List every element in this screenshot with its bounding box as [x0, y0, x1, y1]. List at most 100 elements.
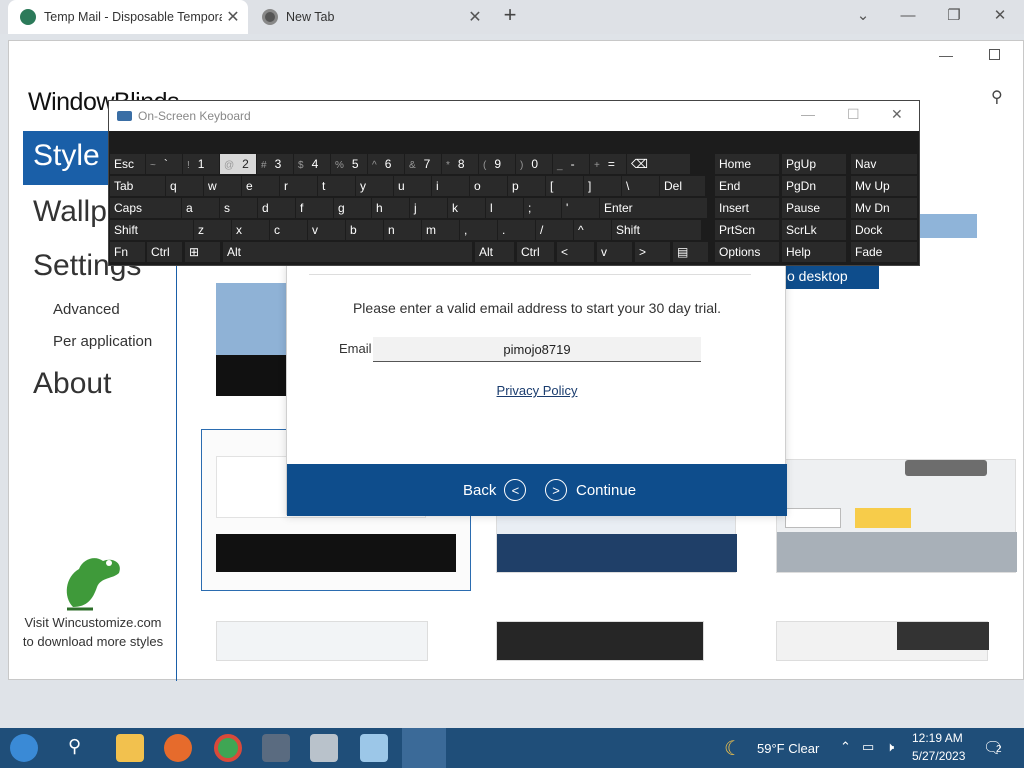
osk-key[interactable]: . — [498, 220, 535, 240]
osk-key[interactable]: \ — [622, 176, 659, 196]
sidebar-item-per-application[interactable]: Per application — [53, 333, 152, 350]
osk-key[interactable]: #3 — [257, 154, 293, 174]
osk-close-button[interactable]: ✕ — [891, 106, 903, 123]
osk-key[interactable]: ] — [584, 176, 621, 196]
osk-key[interactable]: ) 0 — [516, 154, 552, 174]
osk-key[interactable]: w — [204, 176, 241, 196]
osk-key[interactable]: ~ ` — [146, 154, 182, 174]
osk-key[interactable]: Caps — [110, 198, 181, 218]
osk-key[interactable]: m — [422, 220, 459, 240]
chrome-icon[interactable] — [214, 734, 242, 762]
osk-key[interactable]: Alt — [223, 242, 472, 262]
osk-key[interactable]: p — [508, 176, 545, 196]
osk-key[interactable]: Del — [660, 176, 705, 196]
osk-key[interactable]: z — [194, 220, 231, 240]
osk-key[interactable]: n — [384, 220, 421, 240]
osk-key[interactable]: Mv Up — [851, 176, 917, 196]
osk-key[interactable]: (9 — [479, 154, 515, 174]
osk-key[interactable]: ⊞ — [185, 242, 220, 262]
clock-time[interactable]: 12:19 AM — [912, 731, 963, 745]
osk-key[interactable]: $4 — [294, 154, 330, 174]
chevron-up-icon[interactable]: ⌃ — [840, 739, 851, 755]
app-maximize-button[interactable] — [989, 49, 1000, 60]
osk-key[interactable]: / — [536, 220, 573, 240]
style-preview-thumbnail[interactable] — [496, 511, 737, 573]
osk-key[interactable]: Pause — [782, 198, 846, 218]
osk-key[interactable]: & 7 — [405, 154, 441, 174]
firefox-icon[interactable] — [164, 734, 192, 762]
tab-search-dropdown-icon[interactable]: ⌄ — [840, 4, 886, 28]
tab-new-tab[interactable]: New Tab ✕ — [250, 0, 490, 34]
volume-muted-icon[interactable]: 🕨 — [886, 739, 894, 755]
maximize-button[interactable]: ❐ — [931, 4, 977, 28]
new-tab-button[interactable]: + — [498, 4, 522, 28]
weather-text[interactable]: 59°F Clear — [757, 741, 819, 756]
osk-key[interactable]: x — [232, 220, 269, 240]
osk-key[interactable]: d — [258, 198, 295, 218]
osk-key[interactable]: t — [318, 176, 355, 196]
osk-key[interactable]: Tab — [110, 176, 165, 196]
osk-key[interactable]: h — [372, 198, 409, 218]
osk-key[interactable]: Home — [715, 154, 779, 174]
style-preview-thumbnail[interactable] — [216, 621, 428, 661]
osk-key[interactable]: PgUp — [782, 154, 846, 174]
osk-key[interactable]: > — [635, 242, 670, 262]
search-icon[interactable]: ⚲ — [991, 87, 1003, 107]
osk-key[interactable]: Alt — [475, 242, 514, 262]
osk-key[interactable]: l — [486, 198, 523, 218]
osk-key[interactable]: Nav — [851, 154, 917, 174]
osk-key[interactable]: Fade — [851, 242, 917, 262]
osk-key[interactable]: u — [394, 176, 431, 196]
tab-temp-mail[interactable]: Temp Mail - Disposable Tempora ✕ — [8, 0, 248, 34]
osk-key[interactable]: k — [448, 198, 485, 218]
osk-key[interactable]: End — [715, 176, 779, 196]
osk-key[interactable]: ▤ — [673, 242, 708, 262]
clock-date[interactable]: 5/27/2023 — [912, 749, 965, 763]
osk-key[interactable]: c — [270, 220, 307, 240]
osk-key[interactable]: ; — [524, 198, 561, 218]
app-minimize-button[interactable]: — — [939, 47, 953, 63]
osk-key[interactable]: * 8 — [442, 154, 478, 174]
osk-key[interactable]: ⌫ — [627, 154, 690, 174]
file-explorer-icon[interactable] — [116, 734, 144, 762]
osk-key[interactable]: Ctrl — [147, 242, 182, 262]
osk-minimize-button[interactable]: — — [801, 106, 815, 122]
osk-key[interactable]: Fn — [110, 242, 145, 262]
network-icon[interactable]: ▭ — [862, 739, 874, 755]
osk-key[interactable]: + = — [590, 154, 626, 174]
osk-key[interactable]: Shift — [612, 220, 701, 240]
osk-key[interactable]: PrtScn — [715, 220, 779, 240]
osk-key[interactable]: r — [280, 176, 317, 196]
back-button[interactable]: Back < — [463, 478, 527, 502]
osk-key[interactable]: o — [470, 176, 507, 196]
apply-to-desktop-button[interactable]: o desktop — [779, 263, 879, 289]
control-panel-icon[interactable] — [310, 734, 338, 762]
osk-key[interactable]: j — [410, 198, 447, 218]
osk-key[interactable]: Options — [715, 242, 779, 262]
style-preview-thumbnail[interactable] — [776, 621, 989, 661]
osk-key[interactable]: ! 1 — [183, 154, 219, 174]
osk-key[interactable]: b — [346, 220, 383, 240]
osk-key[interactable]: % 5 — [331, 154, 367, 174]
osk-key[interactable]: v — [597, 242, 632, 262]
osk-key[interactable]: y — [356, 176, 393, 196]
close-button[interactable]: ✕ — [977, 4, 1023, 28]
osk-key[interactable]: Shift — [110, 220, 193, 240]
osk-key[interactable]: g — [334, 198, 371, 218]
osk-maximize-button[interactable]: ☐ — [847, 106, 860, 123]
style-preview-thumbnail[interactable] — [776, 459, 1017, 573]
osk-key[interactable]: ScrLk — [782, 220, 846, 240]
osk-key[interactable]: Insert — [715, 198, 779, 218]
app-icon[interactable] — [360, 734, 388, 762]
osk-key[interactable]: i — [432, 176, 469, 196]
osk-key[interactable]: ^ 6 — [368, 154, 404, 174]
osk-key[interactable]: [ — [546, 176, 583, 196]
email-field[interactable] — [373, 337, 701, 362]
osk-key[interactable]: Dock — [851, 220, 917, 240]
privacy-policy-link[interactable]: Privacy Policy — [287, 383, 787, 398]
osk-key[interactable]: Esc — [110, 154, 145, 174]
osk-key[interactable]: f — [296, 198, 333, 218]
osk-key[interactable]: Enter — [600, 198, 707, 218]
osk-key[interactable]: _ - — [553, 154, 589, 174]
osk-key[interactable]: PgDn — [782, 176, 846, 196]
